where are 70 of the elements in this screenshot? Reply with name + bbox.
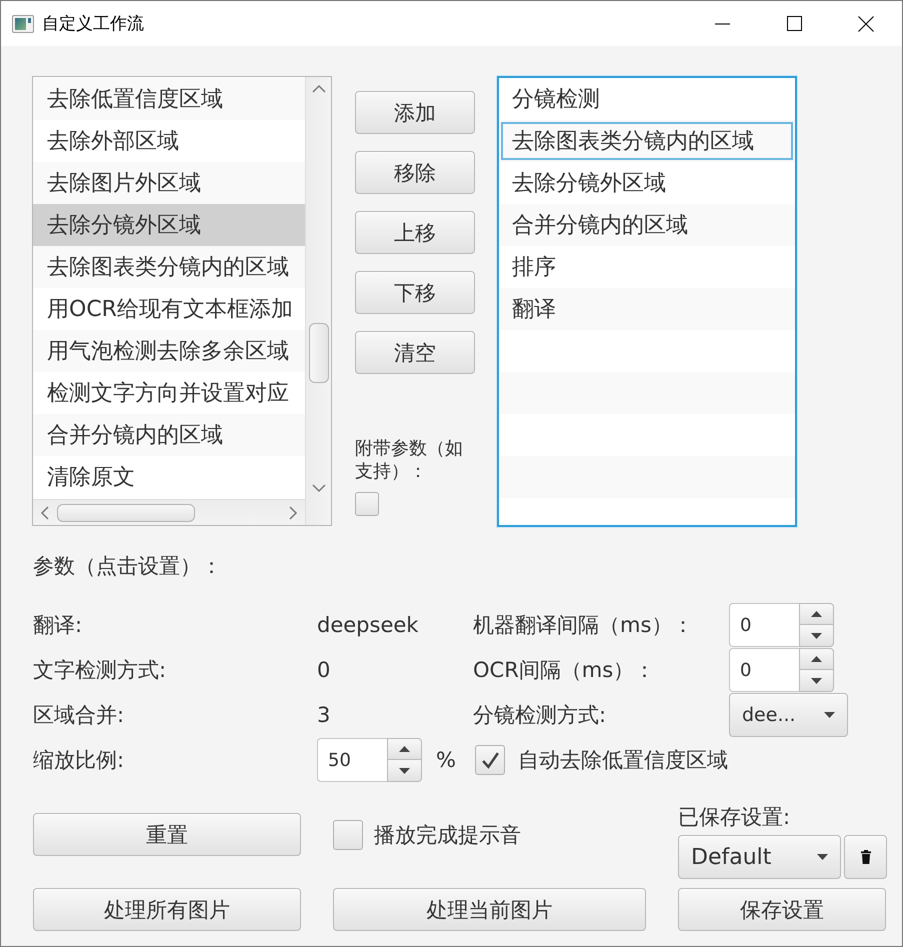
vertical-scrollbar[interactable] [305, 77, 331, 525]
list-item[interactable]: 去除低置信度区域 [33, 78, 305, 120]
horizontal-scrollbar[interactable] [33, 499, 305, 525]
checkbox[interactable] [475, 745, 505, 775]
section-heading: 参数（点击设置）： [33, 553, 222, 580]
chevron-left-icon[interactable] [40, 506, 49, 520]
add-button[interactable]: 添加 [355, 91, 475, 134]
caret-down-icon [811, 678, 822, 684]
number-field[interactable]: 0 [729, 603, 799, 647]
option-label: 附带参数（如支持）： [355, 437, 464, 483]
unit-label: % [436, 748, 456, 772]
maximize-icon[interactable] [786, 16, 802, 31]
dropdown[interactable]: dee... [729, 693, 848, 737]
caret-up-icon [399, 746, 410, 752]
list-item[interactable]: 去除图片外区域 [33, 162, 305, 204]
decrement-button[interactable] [799, 625, 834, 647]
move-up-button[interactable]: 上移 [355, 211, 475, 254]
scrollbar-thumb[interactable] [57, 504, 195, 522]
minimize-icon[interactable] [714, 22, 730, 24]
increment-button[interactable] [799, 648, 834, 670]
reset-button[interactable]: 重置 [33, 813, 301, 856]
remove-button[interactable]: 移除 [355, 151, 475, 194]
move-down-button[interactable]: 下移 [355, 271, 475, 314]
checkmark-icon [480, 750, 500, 770]
caret-down-icon [811, 632, 822, 638]
dropdown[interactable]: Default [678, 835, 841, 879]
checkbox-label: 播放完成提示音 [374, 822, 521, 849]
window-title: 自定义工作流 [42, 13, 144, 35]
chevron-up-icon[interactable] [312, 84, 326, 93]
list-item[interactable]: 去除图表类分镜内的区域 [499, 120, 795, 162]
param-label: 区域合并: [33, 702, 124, 729]
delete-button[interactable] [844, 835, 887, 879]
app-icon [12, 14, 34, 32]
save-settings-button[interactable]: 保存设置 [678, 888, 886, 931]
scrollbar-thumb[interactable] [308, 323, 328, 383]
param-label: OCR间隔（ms）： [473, 657, 656, 684]
list-item[interactable]: 去除分镜外区域 [33, 204, 305, 246]
list-item[interactable]: 用气泡检测去除多余区域 [33, 330, 305, 372]
close-icon[interactable] [858, 16, 874, 32]
param-label: 文字检测方式: [33, 657, 166, 684]
param-label: 缩放比例: [33, 747, 124, 774]
decrement-button[interactable] [799, 670, 834, 692]
list-item[interactable]: 去除图表类分镜内的区域 [33, 246, 305, 288]
chevron-down-icon[interactable] [312, 484, 326, 493]
checkbox[interactable] [355, 492, 379, 516]
number-field[interactable]: 50 [317, 738, 387, 782]
number-field[interactable]: 0 [729, 648, 799, 692]
chevron-right-icon[interactable] [289, 506, 298, 520]
param-label: 分镜检测方式: [473, 702, 606, 729]
checkbox-label: 自动去除低置信度区域 [518, 747, 728, 774]
process-all-button[interactable]: 处理所有图片 [33, 888, 301, 931]
increment-button[interactable] [387, 738, 422, 760]
param-value: 3 [317, 703, 330, 727]
param-value: 0 [317, 658, 330, 682]
process-current-button[interactable]: 处理当前图片 [333, 888, 646, 931]
list-item[interactable]: 合并分镜内的区域 [33, 414, 305, 456]
decrement-button[interactable] [387, 760, 422, 782]
caret-down-icon [817, 854, 828, 860]
trash-icon [860, 850, 870, 864]
param-label: 翻译: [33, 612, 82, 639]
caret-down-icon [824, 712, 835, 718]
increment-button[interactable] [799, 603, 834, 625]
param-value: deepseek [317, 613, 418, 637]
param-label: 机器翻译间隔（ms）： [473, 612, 694, 639]
caret-up-icon [811, 656, 822, 662]
clear-button[interactable]: 清空 [355, 331, 475, 374]
caret-down-icon [399, 768, 410, 774]
caret-up-icon [811, 611, 822, 617]
checkbox[interactable] [333, 820, 363, 850]
settings-label: 已保存设置: [678, 804, 790, 830]
